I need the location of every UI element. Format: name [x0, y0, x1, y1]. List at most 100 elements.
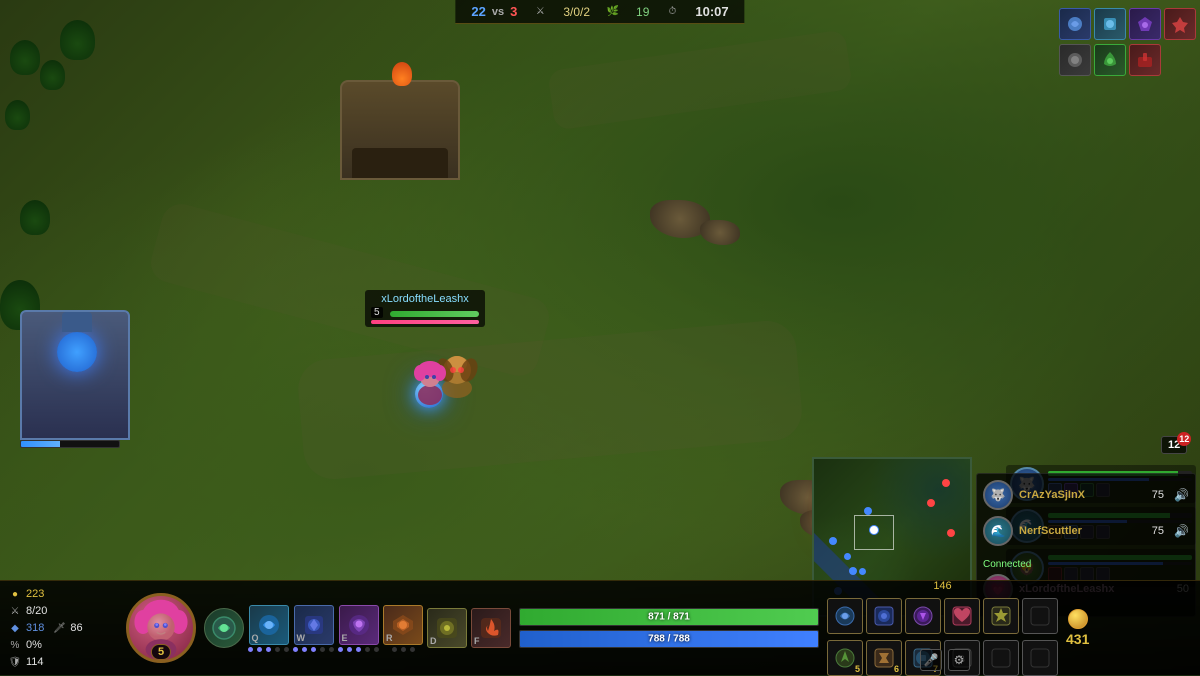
q-rank-row: [248, 647, 289, 652]
item-slot-empty2[interactable]: [983, 640, 1019, 676]
f-ability-container: F: [471, 608, 511, 648]
item-slot-7[interactable]: 5: [827, 640, 863, 676]
item-row-1: [1059, 8, 1196, 40]
e-ability-slot[interactable]: E: [339, 605, 379, 645]
score-display: 22 vs 3: [471, 4, 517, 19]
w-ability-slot[interactable]: W: [294, 605, 334, 645]
e-key-label: E: [342, 633, 348, 643]
map-tree: [10, 40, 40, 75]
vs-label: vs: [492, 6, 504, 18]
rank-pip: [293, 647, 298, 652]
cs-stat-row: ⚔ 8/20: [8, 604, 118, 618]
item-slot-6[interactable]: [1022, 598, 1058, 634]
gold-stat-row: ● 223: [8, 587, 118, 601]
chat-score-2: 75: [1152, 525, 1164, 537]
connected-divider: Connected: [983, 552, 1189, 574]
q-key-label: Q: [252, 633, 259, 643]
item-slot-empty3[interactable]: [1022, 640, 1058, 676]
shield-stat-row: 🛡 114: [8, 655, 118, 669]
scoreboard-badge-count: 12: [1177, 432, 1191, 446]
w-rank-row: [293, 647, 334, 652]
mana-bar-container: 788 / 788: [519, 630, 819, 648]
world-player-level: 5: [371, 307, 383, 318]
microphone-icon[interactable]: 🎤: [920, 649, 942, 671]
item-slot-3[interactable]: [905, 598, 941, 634]
top-hud: 22 vs 3 ⚔ 3/0/2 🌿 19 ⏱ 10:07: [455, 0, 744, 24]
connected-label: Connected: [983, 557, 1031, 572]
rank-pip: [338, 647, 343, 652]
rank-pip: [275, 647, 280, 652]
item-count-8: 6: [894, 664, 899, 674]
item-slot-tr5[interactable]: [1059, 44, 1091, 76]
chat-player-name-2: NerfScuttler: [1019, 525, 1146, 537]
sound-icon-2[interactable]: 🔊: [1174, 524, 1189, 538]
gold-icon: ●: [8, 587, 22, 601]
world-player-name: xLordoftheLeashx: [371, 293, 479, 305]
hp-bar-text: 871 / 871: [648, 612, 690, 623]
champion-sprite: [405, 355, 455, 410]
settings-icon[interactable]: ⚙: [948, 649, 970, 671]
rank-pip: [347, 647, 352, 652]
player-world-ui: xLordoftheLeashx 5: [365, 290, 485, 327]
player-stats-panel: ● 223 ⚔ 8/20 ◆ 318 🗡 86 % 0% 🛡 114: [8, 587, 118, 669]
minimap-ally-dot: [844, 553, 851, 560]
minimap-ally-dot: [859, 568, 866, 575]
chat-champ-icon-1: 🐺: [983, 480, 1013, 510]
timer-icon: ⏱: [665, 5, 679, 19]
r-ability-slot[interactable]: R: [383, 605, 423, 645]
ability-passive[interactable]: [204, 608, 244, 648]
item-slot-tr4[interactable]: [1164, 8, 1196, 40]
chat-score-1: 75: [1152, 489, 1164, 501]
map-tree: [40, 60, 65, 90]
pct-icon: %: [8, 638, 22, 652]
item-slot-1[interactable]: [827, 598, 863, 634]
item-slot-2[interactable]: [866, 598, 902, 634]
rank-pip: [374, 647, 379, 652]
chat-player-name-1: CrAzYaSjInX: [1019, 489, 1146, 501]
kda-display: 3/0/2: [563, 5, 590, 19]
red-score: 3: [510, 4, 517, 19]
item-slot-4[interactable]: [944, 598, 980, 634]
minimap-tower-red: [947, 529, 955, 537]
item-slot-tr6[interactable]: [1094, 44, 1126, 76]
blue-stat-icon: ◆: [8, 621, 22, 635]
item-slot-empty: [1164, 44, 1196, 76]
rank-pip: [410, 647, 415, 652]
item-slot-tr3[interactable]: [1129, 8, 1161, 40]
gold-value: 431: [1066, 631, 1089, 647]
gold-coin-icon: [1068, 609, 1088, 629]
cs-display: 19: [636, 5, 649, 19]
game-timer: 10:07: [695, 4, 728, 19]
item-slot-5[interactable]: [983, 598, 1019, 634]
minimap-vision-rect: [854, 515, 894, 550]
r-key-label: R: [386, 633, 393, 643]
item-slot-tr7[interactable]: [1129, 44, 1161, 76]
item-count-display: 146: [827, 580, 1058, 592]
rank-pip: [320, 647, 325, 652]
d-ability-slot[interactable]: D: [427, 608, 467, 648]
champion-avatar: 5: [126, 593, 196, 663]
world-mana-bar: [371, 320, 479, 324]
q-ability-slot[interactable]: Q: [249, 605, 289, 645]
shield-icon: 🛡: [8, 655, 22, 669]
tower-fire: [392, 62, 412, 86]
items-row-1: [827, 598, 1058, 634]
minimap-tower-blue: [864, 507, 872, 515]
minimap-tower-red: [942, 479, 950, 487]
kda-icon: ⚔: [533, 5, 547, 19]
rank-pip: [365, 647, 370, 652]
d-ability-container: D: [427, 608, 467, 648]
item-slot-8[interactable]: 6: [866, 640, 902, 676]
shield-value: 114: [26, 656, 44, 668]
top-right-items: [1059, 8, 1196, 76]
sound-icon-1[interactable]: 🔊: [1174, 488, 1189, 502]
pct-value: 0%: [26, 639, 42, 651]
item-slot-tr2[interactable]: [1094, 8, 1126, 40]
item-slot-tr1[interactable]: [1059, 8, 1091, 40]
abilities-bar: Q W: [204, 605, 511, 652]
rank-pip: [266, 647, 271, 652]
minimap-tower-red: [927, 499, 935, 507]
map-tree: [60, 20, 95, 60]
blue-tower: [20, 310, 130, 448]
f-ability-slot[interactable]: F: [471, 608, 511, 648]
